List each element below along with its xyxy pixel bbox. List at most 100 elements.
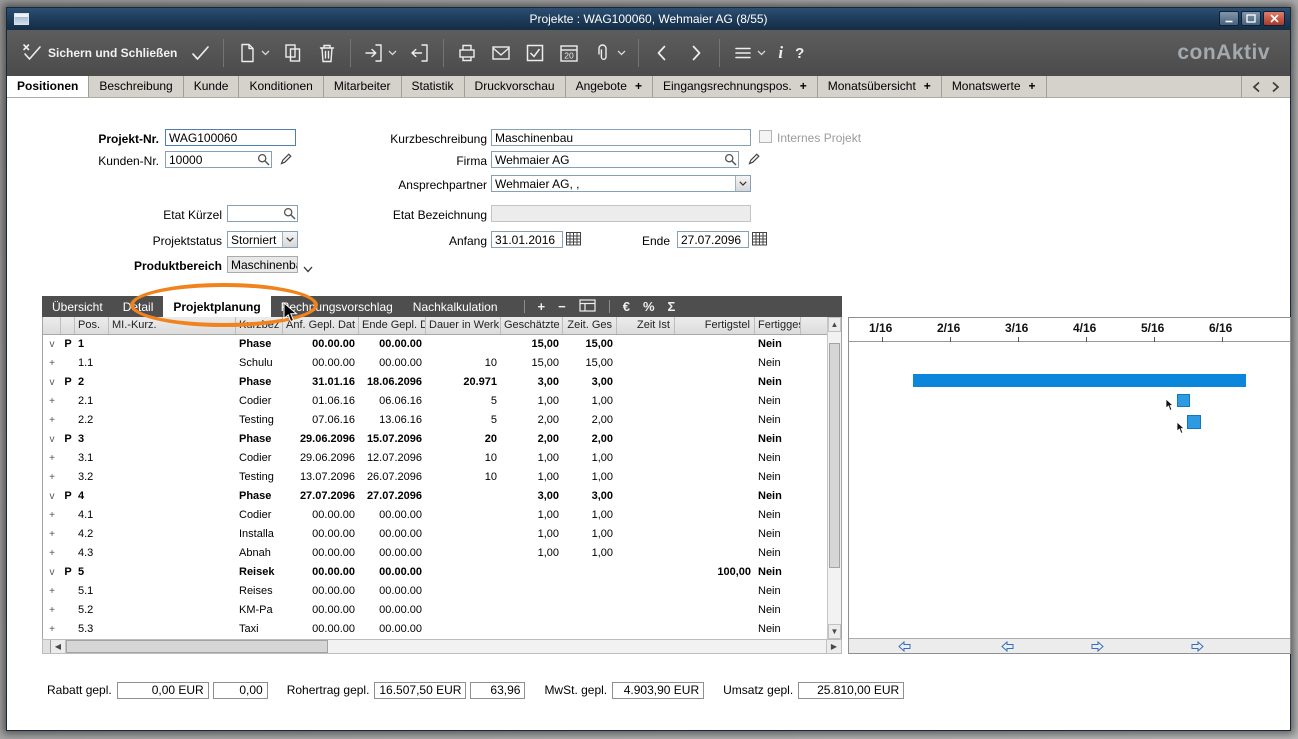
expand-icon[interactable]: +: [43, 468, 61, 487]
table-row-5.2[interactable]: +5.2KM-Pa00.00.0000.00.00Nein: [43, 601, 829, 620]
table-row-4[interactable]: vP4Phase27.07.209627.07.20963,003,00Nein: [43, 487, 829, 506]
table-row-5.1[interactable]: +5.1Reises00.00.0000.00.00Nein: [43, 582, 829, 601]
table-row-2.1[interactable]: +2.1Codier01.06.1606.06.1651,001,00Nein: [43, 392, 829, 411]
remove-row-button[interactable]: −: [558, 299, 566, 314]
column-header[interactable]: Fertigges: [755, 317, 801, 334]
table-row-5.3[interactable]: +5.3Taxi00.00.0000.00.00Nein: [43, 620, 829, 639]
gantt-bar[interactable]: [913, 374, 1246, 387]
kunden-nr-input[interactable]: [165, 151, 272, 168]
expand-icon[interactable]: +: [43, 582, 61, 601]
attachments-button[interactable]: [586, 35, 632, 71]
column-header[interactable]: Geschätzte Re: [501, 317, 563, 334]
column-header[interactable]: Ende Gepl. D: [359, 317, 426, 334]
calendar-icon[interactable]: [752, 231, 767, 251]
scroll-up-button[interactable]: ▲: [828, 317, 841, 332]
tab-mitarbeiter[interactable]: Mitarbeiter: [324, 76, 402, 97]
chevron-down-icon[interactable]: [282, 232, 297, 247]
horizontal-scroll-thumb[interactable]: [66, 640, 328, 653]
table-row-2.2[interactable]: +2.2Testing07.06.1613.06.1652,002,00Nein: [43, 411, 829, 430]
firma-input[interactable]: [491, 151, 739, 168]
gantt-scroll-left-icon[interactable]: [1001, 641, 1014, 652]
tab-angebote[interactable]: Angebote+: [566, 76, 653, 97]
column-header[interactable]: Dauer in Werk: [426, 317, 501, 334]
minimize-button[interactable]: [1219, 11, 1239, 26]
column-header[interactable]: [61, 317, 75, 334]
gantt-scroll-left-icon[interactable]: [898, 641, 911, 652]
save-and-close-button[interactable]: Sichern und Schließen: [15, 35, 183, 71]
expand-icon[interactable]: +: [43, 449, 61, 468]
export-button[interactable]: [357, 35, 403, 71]
expand-icon[interactable]: +: [43, 354, 61, 373]
produktbereich-select[interactable]: Maschinenbau: [227, 256, 298, 273]
subtab-detail[interactable]: Detail: [113, 296, 164, 317]
calendar-icon[interactable]: [566, 231, 581, 251]
table-row-1.1[interactable]: +1.1Schulu00.00.0000.00.001015,0015,00Ne…: [43, 354, 829, 373]
tasks-button[interactable]: [518, 35, 552, 71]
previous-record-button[interactable]: [645, 35, 679, 71]
expand-icon[interactable]: +: [43, 411, 61, 430]
email-button[interactable]: [484, 35, 518, 71]
tab-monatswerte[interactable]: Monatswerte+: [942, 76, 1047, 97]
collapse-icon[interactable]: v: [43, 373, 61, 392]
collapse-icon[interactable]: v: [43, 335, 61, 354]
column-header[interactable]: Kurzbez: [236, 317, 283, 334]
expand-icon[interactable]: +: [43, 601, 61, 620]
tab-eingangsrechnungspos[interactable]: Eingangsrechnungspos.+: [653, 76, 818, 97]
print-button[interactable]: [450, 35, 484, 71]
gantt-scroll-right-icon[interactable]: [1191, 641, 1204, 652]
collapse-icon[interactable]: v: [43, 563, 61, 582]
projektstatus-select[interactable]: Storniert: [227, 231, 298, 248]
table-row-3[interactable]: vP3Phase29.06.209615.07.2096202,002,00Ne…: [43, 430, 829, 449]
expand-icon[interactable]: +: [43, 620, 61, 639]
horizontal-scroll-track[interactable]: [328, 640, 826, 653]
table-row-4.3[interactable]: +4.3Abnah00.00.0000.00.001,001,00Nein: [43, 544, 829, 563]
table-row-5[interactable]: vP5Reisek00.00.0000.00.00100,00Nein: [43, 563, 829, 582]
chevron-down-icon[interactable]: [388, 50, 397, 56]
gantt-scroll-right-icon[interactable]: [1091, 641, 1104, 652]
column-header[interactable]: Anf. Gepl. Dat: [283, 317, 359, 334]
help-button[interactable]: ?: [789, 35, 810, 71]
column-header[interactable]: Zeit. Ges: [563, 317, 617, 334]
delete-button[interactable]: [310, 35, 344, 71]
search-icon[interactable]: [724, 153, 737, 166]
maximize-button[interactable]: [1241, 11, 1261, 26]
chevron-down-icon[interactable]: [617, 50, 626, 56]
euro-button[interactable]: €: [623, 299, 630, 314]
tab-plus-icon[interactable]: +: [924, 76, 931, 97]
anfang-input[interactable]: [491, 231, 563, 248]
column-header[interactable]: MI.-Kurz.: [109, 317, 236, 334]
next-record-button[interactable]: [679, 35, 713, 71]
internes-projekt-checkbox[interactable]: [759, 130, 772, 143]
add-row-button[interactable]: +: [538, 299, 546, 314]
tab-scroll-right-icon[interactable]: [1271, 81, 1280, 93]
tab-beschreibung[interactable]: Beschreibung: [89, 76, 183, 97]
scroll-down-button[interactable]: ▼: [828, 624, 841, 639]
new-record-button[interactable]: [230, 35, 276, 71]
titlebar[interactable]: Projekte : WAG100060, Wehmaier AG (8/55): [7, 8, 1290, 30]
column-header[interactable]: Pos.: [75, 317, 109, 334]
ansprechpartner-select[interactable]: Wehmaier AG, ,: [491, 175, 751, 192]
tab-positionen[interactable]: Positionen: [7, 76, 89, 97]
tab-plus-icon[interactable]: +: [800, 76, 807, 97]
table-row-2[interactable]: vP2Phase31.01.1618.06.209620.9713,003,00…: [43, 373, 829, 392]
table-row-1[interactable]: vP1Phase00.00.0000.00.0015,0015,00Nein: [43, 335, 829, 354]
horizontal-scrollbar[interactable]: ◀ ▶: [42, 639, 842, 654]
vertical-scrollbar[interactable]: ▲ ▼: [827, 317, 841, 639]
chevron-down-icon[interactable]: [303, 260, 313, 278]
percent-button[interactable]: %: [643, 299, 655, 314]
chevron-down-icon[interactable]: [757, 50, 766, 56]
column-header[interactable]: Fertigstel: [675, 317, 755, 334]
edit-icon[interactable]: [747, 152, 761, 166]
table-row-3.1[interactable]: +3.1Codier29.06.209612.07.2096101,001,00…: [43, 449, 829, 468]
tab-statistik[interactable]: Statistik: [402, 76, 465, 97]
ende-input[interactable]: [677, 231, 749, 248]
duplicate-button[interactable]: [276, 35, 310, 71]
pane-splitter[interactable]: [43, 640, 51, 653]
collapse-icon[interactable]: v: [43, 430, 61, 449]
subtab-übersicht[interactable]: Übersicht: [42, 296, 113, 317]
tab-kunde[interactable]: Kunde: [184, 76, 240, 97]
tab-plus-icon[interactable]: +: [1029, 76, 1036, 97]
save-button[interactable]: [183, 35, 217, 71]
subtab-rechnungsvorschlag[interactable]: Rechnungsvorschlag: [271, 296, 403, 317]
gantt-handle[interactable]: [1187, 415, 1201, 429]
